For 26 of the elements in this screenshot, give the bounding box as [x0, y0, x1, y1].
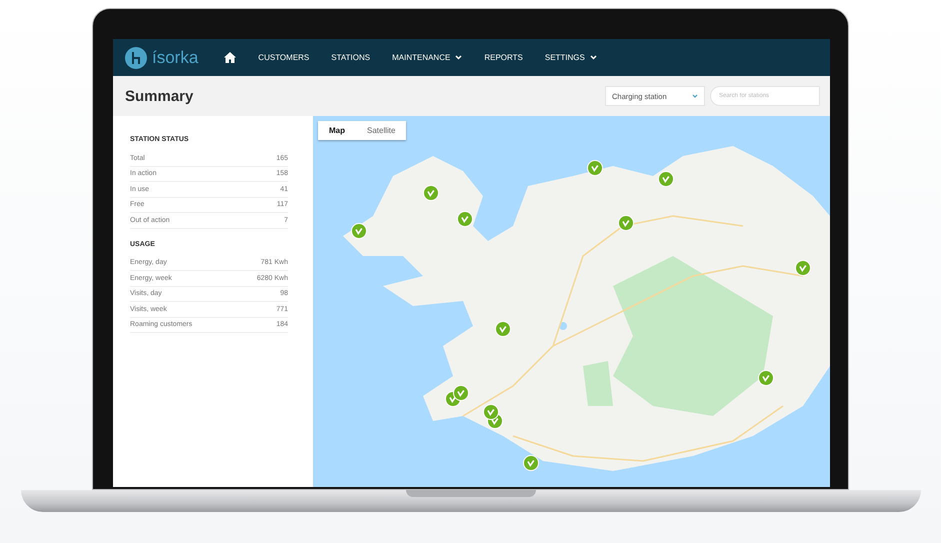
home-icon[interactable]: [224, 52, 236, 63]
charging-station-marker[interactable]: [618, 215, 634, 231]
charging-station-marker[interactable]: [495, 321, 511, 337]
nav-link[interactable]: CUSTOMERS: [258, 53, 310, 62]
charging-station-marker[interactable]: [457, 211, 473, 227]
charging-station-marker[interactable]: [483, 404, 499, 420]
chevron-down-icon: [590, 55, 597, 60]
charging-station-marker[interactable]: [523, 455, 539, 471]
nav-link[interactable]: STATIONS: [331, 53, 370, 62]
page-title: Summary: [125, 88, 194, 104]
nav-link[interactable]: SETTINGS: [544, 53, 597, 62]
charging-station-marker[interactable]: [758, 370, 774, 386]
nav-link[interactable]: MAINTENANCE: [392, 53, 462, 62]
charging-station-marker[interactable]: [795, 260, 811, 276]
charging-station-marker[interactable]: [423, 185, 439, 201]
map-type-tab[interactable]: Satellite: [356, 121, 406, 140]
nav-link[interactable]: REPORTS: [484, 53, 523, 62]
charging-station-marker[interactable]: [587, 160, 603, 176]
charging-station-marker[interactable]: [453, 385, 469, 401]
logo-icon: [125, 46, 147, 68]
brand-name: ísorka: [152, 48, 198, 68]
chevron-down-icon: [692, 94, 698, 98]
charging-station-marker[interactable]: [351, 223, 367, 239]
map-type-tab[interactable]: Map: [318, 121, 356, 140]
charging-station-marker[interactable]: [658, 171, 674, 187]
chevron-down-icon: [455, 55, 462, 60]
